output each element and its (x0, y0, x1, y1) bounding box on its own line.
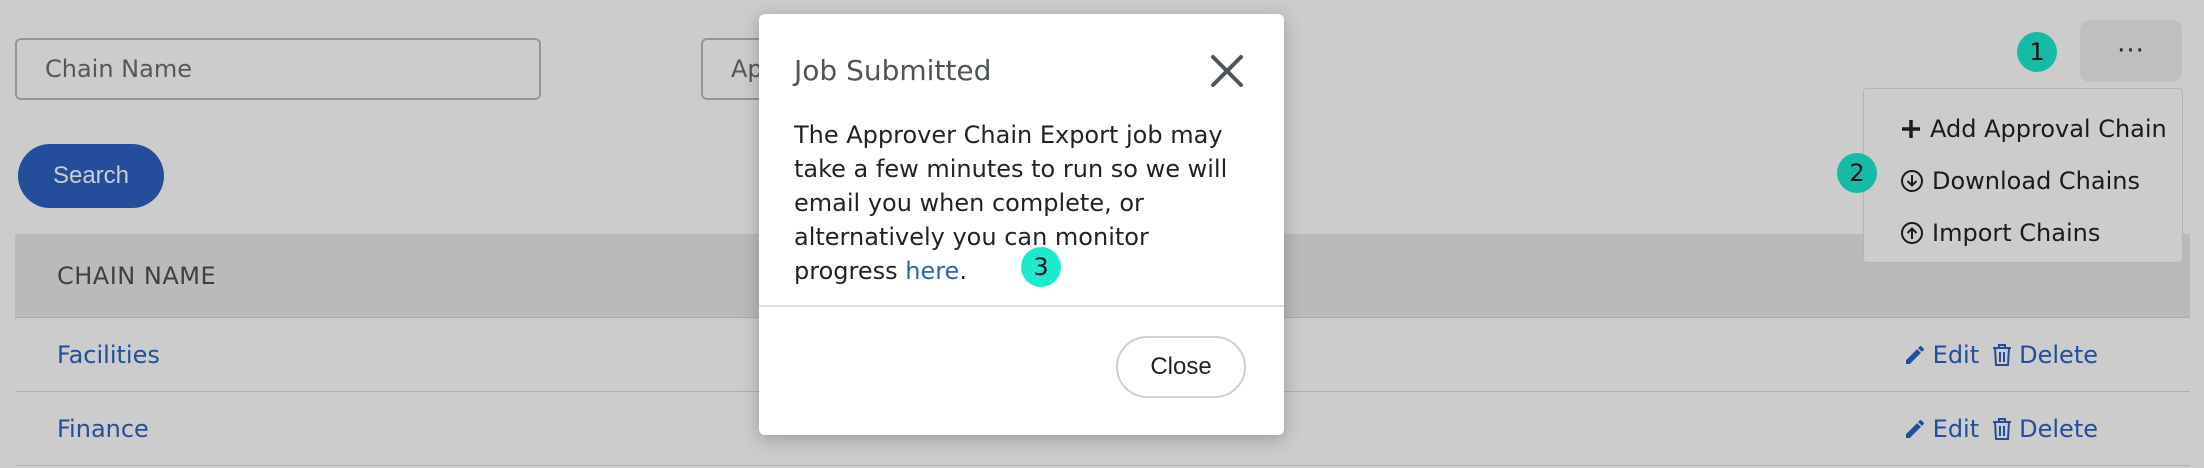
close-button[interactable]: Close (1116, 336, 1246, 398)
step-marker-3: 3 (1021, 247, 1061, 287)
dialog-message-text: The Approver Chain Export job may take a… (794, 121, 1228, 285)
dialog-title: Job Submitted (794, 54, 992, 87)
monitor-progress-link[interactable]: here (905, 257, 959, 285)
close-icon[interactable] (1210, 54, 1244, 88)
dialog-message-suffix: . (959, 257, 967, 285)
job-submitted-dialog: Job Submitted The Approver Chain Export … (759, 14, 1284, 435)
dialog-divider (759, 305, 1284, 307)
